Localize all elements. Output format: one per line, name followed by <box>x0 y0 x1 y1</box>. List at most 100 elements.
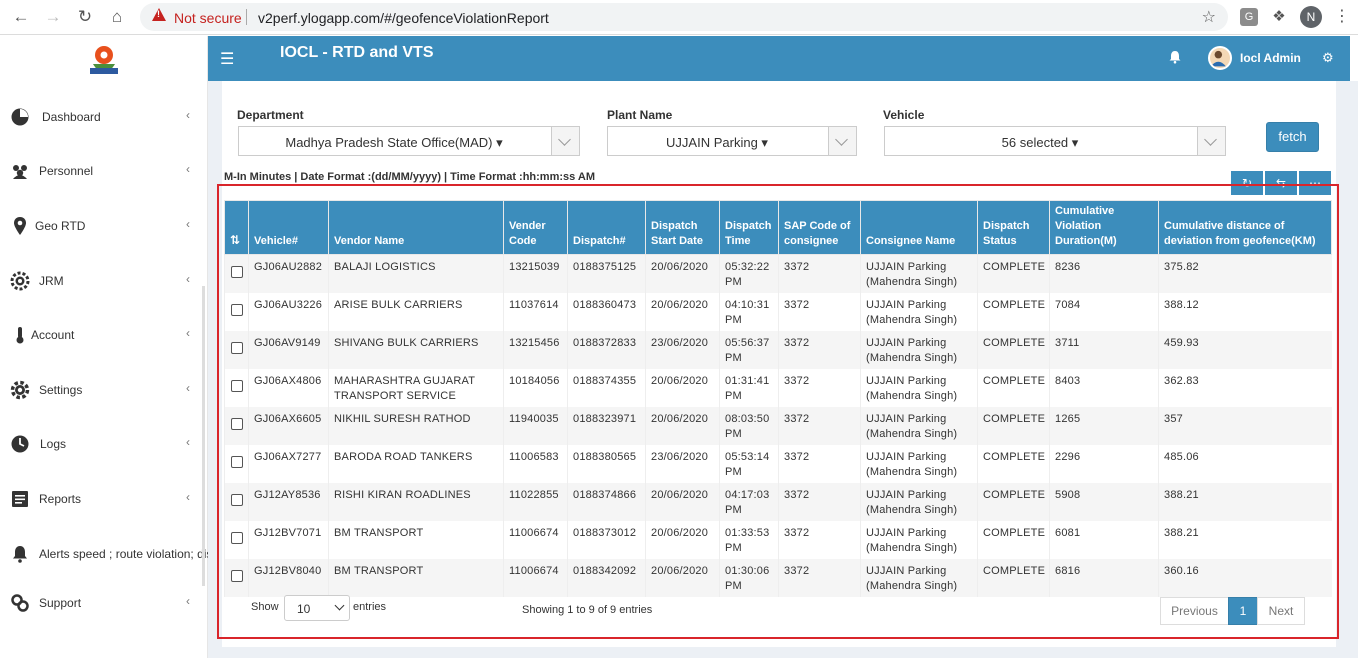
table-cell: 0188380565 <box>567 445 646 483</box>
hamburger-menu-icon[interactable]: ☰ <box>220 49 234 69</box>
plant-label: Plant Name <box>607 108 673 122</box>
column-header[interactable]: Cumulative distance of deviation from ge… <box>1158 200 1332 255</box>
table-cell: GJ06AU3226 <box>248 293 329 331</box>
column-header[interactable]: Consignee Name <box>860 200 978 255</box>
sidebar-item-account[interactable]: Account ‹ <box>0 319 206 349</box>
home-icon[interactable]: ⌂ <box>106 6 128 28</box>
table-row: GJ06AU2882 BALAJI LOGISTICS 13215039 018837… <box>224 254 1332 293</box>
table-cell: 13215039 <box>503 254 568 293</box>
sidebar-item-label: Alerts speed ; route violation; dis <box>39 547 213 561</box>
sidebar-scrollbar[interactable] <box>202 286 205 586</box>
sort-icon[interactable]: ⇅ <box>224 200 249 255</box>
page-size-select[interactable]: 10 <box>284 595 350 621</box>
department-select[interactable]: Madhya Pradesh State Office(MAD) ▾ <box>238 126 580 156</box>
bookmark-star-icon[interactable]: ☆ <box>1202 7 1216 27</box>
column-header[interactable]: Vender Code <box>503 200 568 255</box>
table-cell: BALAJI LOGISTICS <box>328 254 504 293</box>
vehicle-select[interactable]: 56 selected ▾ <box>884 126 1226 156</box>
gears-icon[interactable]: ⚙ <box>1322 50 1334 66</box>
column-header[interactable]: SAP Code of consignee <box>778 200 861 255</box>
table-cell: 01:33:53 PM <box>719 521 779 559</box>
url-text[interactable]: v2perf.ylogapp.com/#/geofenceViolationRe… <box>258 10 549 26</box>
chevron-down-icon[interactable] <box>1197 127 1225 155</box>
extension-g-icon[interactable]: G <box>1240 8 1258 26</box>
report-icon <box>10 489 30 509</box>
sidebar-item-support[interactable]: Support ‹ <box>0 587 206 617</box>
column-header[interactable]: Dispatch Status <box>977 200 1050 255</box>
table-cell: 20/06/2020 <box>645 483 720 521</box>
column-header[interactable]: Dispatch Time <box>719 200 779 255</box>
previous-button[interactable]: Previous <box>1160 597 1229 625</box>
column-header[interactable]: Dispatch# <box>567 200 646 255</box>
sidebar-item-settings[interactable]: Settings ‹ <box>0 374 206 404</box>
bell-icon[interactable] <box>1168 50 1182 64</box>
table-cell: ARISE BULK CARRIERS <box>328 293 504 331</box>
table-cell: 0188373012 <box>567 521 646 559</box>
sidebar-item-reports[interactable]: Reports ‹ <box>0 483 206 513</box>
back-arrow-icon[interactable]: ← <box>10 6 32 28</box>
row-checkbox[interactable] <box>230 417 243 430</box>
reload-icon[interactable]: ↻ <box>74 6 96 28</box>
row-checkbox[interactable] <box>230 569 243 582</box>
user-avatar[interactable] <box>1208 46 1232 70</box>
user-name[interactable]: Iocl Admin <box>1240 51 1301 65</box>
sidebar-item-logs[interactable]: Logs ‹ <box>0 428 206 458</box>
table-cell: COMPLETE <box>977 407 1050 445</box>
row-checkbox[interactable] <box>230 493 243 506</box>
page-1-button[interactable]: 1 <box>1228 597 1258 625</box>
chevron-down-icon[interactable] <box>828 127 856 155</box>
app-logo <box>90 46 118 74</box>
row-checkbox[interactable] <box>230 303 243 316</box>
format-note: M-In Minutes | Date Format :(dd/MM/yyyy)… <box>224 171 596 183</box>
table-cell: RISHI KIRAN ROADLINES <box>328 483 504 521</box>
column-header[interactable]: Dispatch Start Date <box>645 200 720 255</box>
fetch-button[interactable]: fetch <box>1266 122 1319 152</box>
sidebar-item-personnel[interactable]: Personnel ‹ <box>0 155 206 185</box>
next-button[interactable]: Next <box>1257 597 1305 625</box>
security-label: Not secure <box>174 10 242 26</box>
table-cell: 3372 <box>778 483 861 521</box>
map-pin-icon <box>10 216 30 236</box>
browser-menu-icon[interactable]: ⋮ <box>1334 6 1350 28</box>
table-cell: 8403 <box>1049 369 1159 407</box>
chevron-down-icon[interactable] <box>551 127 579 155</box>
column-header[interactable]: Vendor Name <box>328 200 504 255</box>
table-cell: 357 <box>1158 407 1332 445</box>
table-row: GJ06AX4806 MAHARASHTRA GUJARAT TRANSPORT … <box>224 369 1332 407</box>
column-header[interactable]: Vehicle# <box>248 200 329 255</box>
puzzle-icon[interactable]: ❖ <box>1270 8 1288 26</box>
forward-arrow-icon[interactable]: → <box>42 6 64 28</box>
violation-table: ⇅ Vehicle# Vendor Name Vender Code Dispatch#… <box>224 200 1332 597</box>
table-cell: 0188372833 <box>567 331 646 369</box>
table-cell: UJJAIN Parking (Mahendra Singh) <box>860 254 978 293</box>
profile-avatar[interactable]: N <box>1300 6 1322 28</box>
chevron-left-icon: ‹ <box>186 594 190 608</box>
table-cell: GJ06AX7277 <box>248 445 329 483</box>
row-checkbox[interactable] <box>230 455 243 468</box>
sidebar-item-dashboard[interactable]: Dashboard ‹ <box>0 101 206 131</box>
plant-select[interactable]: UJJAIN Parking ▾ <box>607 126 857 156</box>
column-header[interactable]: Cumulative Violation Duration(M) <box>1049 200 1159 255</box>
chevron-left-icon: ‹ <box>186 272 190 286</box>
table-cell: 23/06/2020 <box>645 331 720 369</box>
department-label: Department <box>237 108 304 122</box>
table-row: GJ12BV7071 BM TRANSPORT 11006674 0188373012… <box>224 521 1332 559</box>
sidebar-item-geo[interactable]: Geo RTD ‹ <box>0 210 206 240</box>
sidebar-item-alerts[interactable]: Alerts speed ; route violation; dis <box>0 538 212 568</box>
table-cell: 388.12 <box>1158 293 1332 331</box>
table-cell: 11006674 <box>503 521 568 559</box>
table-cell: 0188374866 <box>567 483 646 521</box>
row-checkbox[interactable] <box>230 531 243 544</box>
row-checkbox[interactable] <box>230 379 243 392</box>
address-bar[interactable]: ! Not secure v2perf.ylogapp.com/#/geofen… <box>140 3 1228 31</box>
table-cell: BARODA ROAD TANKERS <box>328 445 504 483</box>
table-cell: 11022855 <box>503 483 568 521</box>
table-cell: 01:31:41 PM <box>719 369 779 407</box>
table-cell: 6816 <box>1049 559 1159 597</box>
table-cell: UJJAIN Parking (Mahendra Singh) <box>860 445 978 483</box>
table-cell: 23/06/2020 <box>645 445 720 483</box>
row-checkbox[interactable] <box>230 341 243 354</box>
table-cell: 0188323971 <box>567 407 646 445</box>
sidebar-item-jrm[interactable]: JRM ‹ <box>0 265 206 295</box>
row-checkbox[interactable] <box>230 265 243 278</box>
